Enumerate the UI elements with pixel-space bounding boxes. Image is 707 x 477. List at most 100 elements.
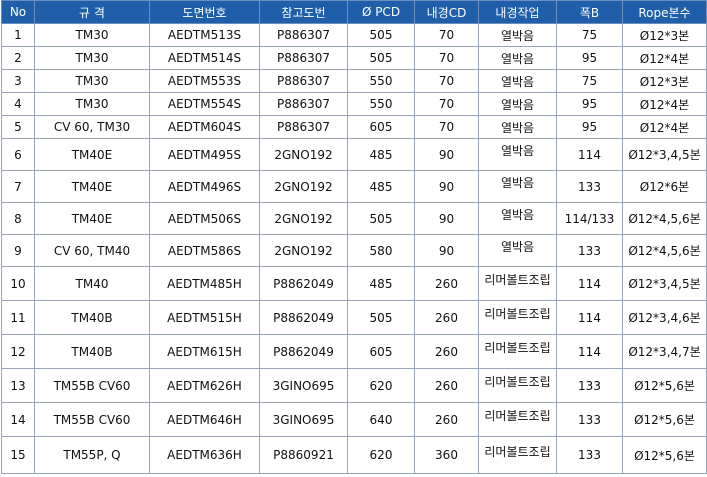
cell-reference-drawing: P886307 xyxy=(259,46,348,70)
cell-inner-work: 열박음 xyxy=(478,69,557,93)
cell-no: 4 xyxy=(1,92,35,116)
cell-reference-drawing: P886307 xyxy=(259,92,348,116)
cell-drawing-number-text: AEDTM485H xyxy=(167,276,242,291)
cell-spec: TM40B xyxy=(34,300,150,335)
cell-inner-diameter-text: 90 xyxy=(438,211,455,226)
cell-no: 12 xyxy=(1,334,35,369)
cell-drawing-number: AEDTM604S xyxy=(149,115,260,139)
cell-rope-count: Ø12*4,5,6본 xyxy=(622,202,707,235)
cell-rope-count-text: Ø12*4,5,6본 xyxy=(628,212,701,226)
cell-spec-text: CV 60, TM40 xyxy=(53,243,131,258)
table-row: 10 TM40 AEDTM485H P8862049 485 260 리머볼트조립 114 Ø1… xyxy=(1,266,707,301)
table-row: 4 TM30 AEDTM554S P886307 550 70 열박음 95 Ø12*4본 xyxy=(1,92,707,116)
cell-inner-diameter: 90 xyxy=(414,170,479,203)
cell-drawing-number: AEDTM514S xyxy=(149,46,260,70)
header-inner-work: 내경작업 xyxy=(478,0,557,24)
cell-no: 5 xyxy=(1,115,35,139)
cell-spec-text: TM40E xyxy=(71,147,113,162)
cell-width: 133 xyxy=(556,436,623,474)
cell-no: 13 xyxy=(1,368,35,403)
cell-reference-drawing: P8862049 xyxy=(259,334,348,369)
table-row: 8 TM40E AEDTM506S 2GNO192 505 90 열박음 114/133 Ø12… xyxy=(1,202,707,235)
table-row: 12 TM40B AEDTM615H P8862049 605 260 리머볼트조립 114 Ø… xyxy=(1,334,707,369)
table-body: 1 TM30 AEDTM513S P886307 505 70 열박음 75 Ø12*3본 2 TM… xyxy=(1,23,707,474)
cell-spec-text: TM55B CV60 xyxy=(53,378,131,393)
cell-spec-text: TM55P, Q xyxy=(63,448,121,462)
table-row: 15 TM55P, Q AEDTM636H P8860921 620 360 리머볼트조립 1… xyxy=(1,436,707,474)
cell-inner-work-text: 리머볼트조립 xyxy=(484,409,551,423)
cell-width-text: 95 xyxy=(581,97,598,111)
cell-pcd: 505 xyxy=(347,300,415,335)
cell-inner-work: 열박음 xyxy=(478,46,557,70)
cell-width: 133 xyxy=(556,368,623,403)
cell-no-text: 4 xyxy=(14,97,22,111)
cell-pcd: 550 xyxy=(347,69,415,93)
cell-inner-diameter: 360 xyxy=(414,436,479,474)
cell-no-text: 13 xyxy=(10,378,26,393)
cell-reference-drawing-text: 2GNO192 xyxy=(274,147,333,162)
header-pcd: Ø PCD xyxy=(347,0,415,24)
cell-inner-work: 열박음 xyxy=(478,234,557,267)
cell-no: 14 xyxy=(1,402,35,437)
cell-width-text: 133 xyxy=(578,448,601,462)
cell-rope-count: Ø12*5,6본 xyxy=(622,402,707,437)
cell-inner-diameter-text: 260 xyxy=(435,344,458,359)
cell-reference-drawing: P8860921 xyxy=(259,436,348,474)
cell-pcd: 485 xyxy=(347,266,415,301)
cell-inner-work: 열박음 xyxy=(478,23,557,47)
cell-spec: TM55B CV60 xyxy=(34,368,150,403)
cell-width: 133 xyxy=(556,234,623,267)
cell-pcd-text: 620 xyxy=(369,378,393,393)
cell-rope-count: Ø12*4본 xyxy=(622,46,707,70)
cell-inner-diameter: 260 xyxy=(414,334,479,369)
cell-drawing-number: AEDTM485H xyxy=(149,266,260,301)
cell-pcd: 505 xyxy=(347,23,415,47)
cell-rope-count: Ø12*3,4,5본 xyxy=(622,138,707,171)
cell-rope-count: Ø12*5,6본 xyxy=(622,436,707,474)
cell-inner-diameter: 260 xyxy=(414,266,479,301)
cell-inner-work-text: 열박음 xyxy=(500,120,535,135)
table-row: 7 TM40E AEDTM496S 2GNO192 485 90 열박음 133 Ø12*6본 xyxy=(1,170,707,203)
cell-pcd-text: 485 xyxy=(369,276,393,291)
cell-pcd-text: 505 xyxy=(369,51,393,65)
cell-width: 75 xyxy=(556,23,623,47)
cell-drawing-number: AEDTM615H xyxy=(149,334,260,369)
cell-pcd: 505 xyxy=(347,46,415,70)
cell-rope-count-text: Ø12*3본 xyxy=(639,74,690,89)
cell-pcd-text: 640 xyxy=(369,412,393,427)
cell-no-text: 5 xyxy=(14,120,22,134)
cell-width-text: 133 xyxy=(578,179,601,194)
cell-reference-drawing: 3GINO695 xyxy=(259,402,348,437)
cell-no-text: 7 xyxy=(14,179,22,194)
cell-drawing-number: AEDTM646H xyxy=(149,402,260,437)
cell-width: 114 xyxy=(556,266,623,301)
cell-width-text: 75 xyxy=(581,74,598,88)
cell-width-text: 114 xyxy=(578,310,601,325)
cell-no: 2 xyxy=(1,46,35,70)
cell-no: 10 xyxy=(1,266,35,301)
cell-drawing-number: AEDTM506S xyxy=(149,202,260,235)
cell-pcd-text: 605 xyxy=(369,120,393,134)
cell-pcd-text: 505 xyxy=(369,28,393,42)
cell-inner-work: 리머볼트조립 xyxy=(478,368,557,403)
rope-sheave-spec-table: No 규 격 도면번호 참고도번 Ø PCD 내경CD 내경작업 폭B Rope… xyxy=(1,0,707,474)
cell-inner-work-text: 열박음 xyxy=(500,144,535,158)
table-row: 14 TM55B CV60 AEDTM646H 3GINO695 640 260 리머볼트조… xyxy=(1,402,707,437)
cell-spec-text: TM40B xyxy=(71,344,113,359)
header-no: No xyxy=(1,0,35,24)
table-row: 11 TM40B AEDTM515H P8862049 505 260 리머볼트조립 114 Ø… xyxy=(1,300,707,335)
cell-width: 95 xyxy=(556,92,623,116)
cell-pcd-text: 550 xyxy=(369,97,393,111)
cell-spec-text: CV 60, TM30 xyxy=(53,120,131,134)
cell-width-text: 75 xyxy=(581,28,598,42)
cell-inner-diameter-text: 90 xyxy=(438,147,455,162)
cell-inner-work: 리머볼트조립 xyxy=(478,334,557,369)
cell-inner-work: 리머볼트조립 xyxy=(478,402,557,437)
cell-spec: TM30 xyxy=(34,92,150,116)
cell-width-text: 95 xyxy=(581,120,598,134)
cell-spec-text: TM40 xyxy=(75,276,109,291)
table-row: 3 TM30 AEDTM553S P886307 550 70 열박음 75 Ø12*3본 xyxy=(1,69,707,93)
cell-rope-count: Ø12*3본 xyxy=(622,23,707,47)
cell-inner-diameter-text: 70 xyxy=(438,74,455,88)
cell-rope-count: Ø12*3,4,7본 xyxy=(622,334,707,369)
